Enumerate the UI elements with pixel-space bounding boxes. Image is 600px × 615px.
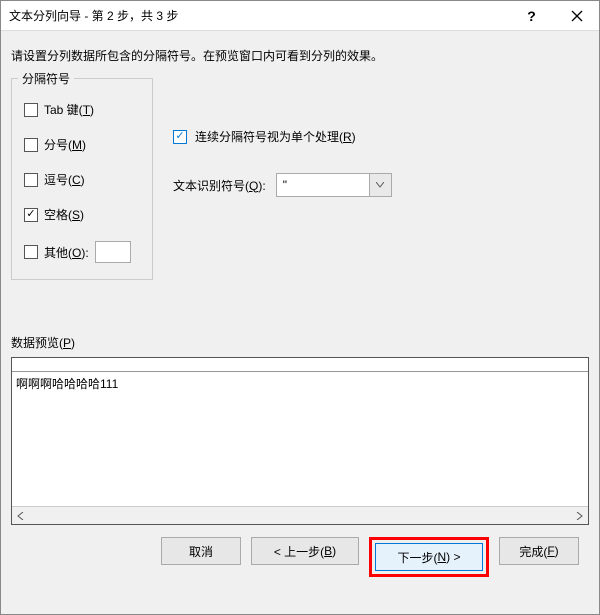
- delimiter-semicolon-checkbox[interactable]: [24, 138, 38, 152]
- right-options: 连续分隔符号视为单个处理(R) 文本识别符号(Q): ": [173, 78, 392, 197]
- scroll-track[interactable]: [30, 507, 570, 524]
- scroll-left-button[interactable]: [12, 507, 30, 524]
- delimiter-space-checkbox[interactable]: [24, 208, 38, 222]
- consecutive-row: 连续分隔符号视为单个处理(R): [173, 128, 392, 145]
- delimiter-other-row: 其他(O):: [24, 241, 140, 263]
- text-qualifier-row: 文本识别符号(Q): ": [173, 173, 392, 197]
- delimiter-tab-row: Tab 键(T): [24, 101, 140, 118]
- titlebar-buttons: ?: [509, 1, 599, 30]
- delimiter-tab-checkbox[interactable]: [24, 103, 38, 117]
- delimiter-other-label: 其他(O):: [44, 244, 89, 261]
- options-row: 分隔符号 Tab 键(T) 分号(M) 逗号(C): [11, 78, 589, 280]
- text-qualifier-combo[interactable]: ": [276, 173, 392, 197]
- help-button[interactable]: ?: [509, 1, 554, 30]
- cancel-button[interactable]: 取消: [161, 537, 241, 565]
- delimiter-comma-checkbox[interactable]: [24, 173, 38, 187]
- chevron-left-icon: [17, 512, 25, 520]
- delimiter-space-label: 空格(S): [44, 206, 84, 223]
- scroll-right-button[interactable]: [570, 507, 588, 524]
- delimiter-comma-label: 逗号(C): [44, 171, 85, 188]
- text-qualifier-value: ": [277, 174, 369, 196]
- titlebar: 文本分列向导 - 第 2 步，共 3 步 ?: [1, 1, 599, 31]
- preview-header-strip: [12, 358, 588, 372]
- preview-box: 啊啊啊哈哈哈哈111: [11, 357, 589, 525]
- delimiter-space-row: 空格(S): [24, 206, 140, 223]
- next-button-highlight: 下一步(N) >: [369, 537, 489, 577]
- text-to-columns-wizard-dialog: 文本分列向导 - 第 2 步，共 3 步 ? 请设置分列数据所包含的分隔符号。在…: [0, 0, 600, 615]
- delimiter-other-input[interactable]: [95, 241, 131, 263]
- delimiter-tab-label: Tab 键(T): [44, 101, 94, 118]
- close-icon: [571, 10, 583, 22]
- back-button[interactable]: < 上一步(B): [251, 537, 359, 565]
- chevron-right-icon: [575, 512, 583, 520]
- finish-button[interactable]: 完成(F): [499, 537, 579, 565]
- next-button[interactable]: 下一步(N) >: [375, 543, 483, 571]
- preview-label: 数据预览(P): [11, 334, 589, 351]
- consecutive-label: 连续分隔符号视为单个处理(R): [195, 128, 356, 145]
- text-qualifier-dropdown-button[interactable]: [369, 174, 391, 196]
- delimiters-group: 分隔符号 Tab 键(T) 分号(M) 逗号(C): [11, 78, 153, 280]
- consecutive-checkbox[interactable]: [173, 130, 187, 144]
- delimiter-other-checkbox[interactable]: [24, 245, 38, 259]
- delimiters-legend: 分隔符号: [18, 70, 74, 87]
- preview-content: 啊啊啊哈哈哈哈111: [12, 372, 588, 506]
- text-qualifier-label: 文本识别符号(Q):: [173, 177, 266, 194]
- delimiter-semicolon-label: 分号(M): [44, 136, 86, 153]
- preview-horizontal-scrollbar[interactable]: [12, 506, 588, 524]
- chevron-down-icon: [376, 182, 384, 188]
- delimiter-comma-row: 逗号(C): [24, 171, 140, 188]
- instruction-text: 请设置分列数据所包含的分隔符号。在预览窗口内可看到分列的效果。: [11, 47, 589, 64]
- window-title: 文本分列向导 - 第 2 步，共 3 步: [9, 7, 509, 24]
- close-button[interactable]: [554, 1, 599, 30]
- button-row: 取消 < 上一步(B) 下一步(N) > 完成(F): [11, 525, 589, 591]
- preview-inner: 啊啊啊哈哈哈哈111: [12, 358, 588, 506]
- dialog-body: 请设置分列数据所包含的分隔符号。在预览窗口内可看到分列的效果。 分隔符号 Tab…: [1, 31, 599, 614]
- delimiter-semicolon-row: 分号(M): [24, 136, 140, 153]
